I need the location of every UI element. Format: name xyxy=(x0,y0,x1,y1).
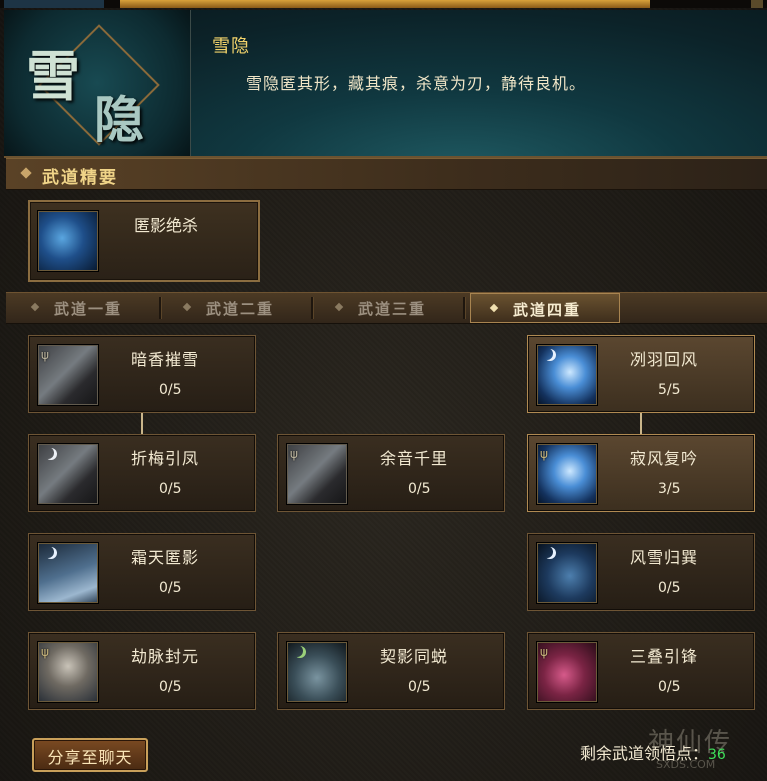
talent-name: 劫脉封元 xyxy=(131,647,200,666)
school-emblem: 雪 隐 xyxy=(4,10,191,156)
diamond-bullet-icon xyxy=(20,167,32,179)
window-title-strip xyxy=(0,0,767,8)
talent-node[interactable]: 折梅引凤 0/5 xyxy=(28,434,256,512)
dark-snow-icon: ψ xyxy=(38,345,98,405)
talent-node[interactable]: 契影同蜕 0/5 xyxy=(277,632,505,710)
echo-icon: ψ xyxy=(287,444,347,504)
tab-label: 武道一重 xyxy=(54,300,123,318)
seal-vein-icon: ψ xyxy=(38,642,98,702)
skill-title: 雪隐 xyxy=(212,36,250,57)
essential-skill-name: 匿影绝杀 xyxy=(134,216,199,235)
talent-points: 0/5 xyxy=(408,679,431,695)
tree-connector xyxy=(640,411,642,435)
talent-node[interactable]: 霜天匿影 0/5 xyxy=(28,533,256,611)
section-title: 武道精要 xyxy=(42,168,118,188)
talent-node[interactable]: ψ 三叠引锋 0/5 xyxy=(527,632,755,710)
talent-name: 契影同蜕 xyxy=(380,647,449,666)
tab-tier-2[interactable]: 武道二重 xyxy=(164,293,314,323)
talent-points: 0/5 xyxy=(159,580,182,596)
diamond-bullet-icon xyxy=(30,302,40,312)
remaining-points-value: 36 xyxy=(708,747,726,763)
tab-tier-3[interactable]: 武道三重 xyxy=(316,293,466,323)
talent-points: 3/5 xyxy=(658,481,681,497)
talent-node[interactable]: ψ 寂风复吟 3/5 xyxy=(527,434,755,512)
skill-description: 雪隐匿其形，藏其痕，杀意为刃，静待良机。 xyxy=(246,74,587,93)
remaining-points-label: 剩余武道领悟点： xyxy=(580,744,709,763)
emblem-char-1: 雪 xyxy=(26,44,80,108)
talent-points: 0/5 xyxy=(159,382,182,398)
talent-name: 冽羽回风 xyxy=(630,350,699,369)
pact-shadow-icon xyxy=(287,642,347,702)
tab-label: 武道三重 xyxy=(358,300,427,318)
tab-label: 武道四重 xyxy=(513,301,582,319)
tab-label: 武道二重 xyxy=(206,300,275,318)
talent-points: 5/5 xyxy=(658,382,681,398)
frost-shadow-icon xyxy=(38,543,98,603)
talent-name: 折梅引凤 xyxy=(131,449,200,468)
tree-connector xyxy=(141,411,143,435)
diamond-bullet-icon xyxy=(334,302,344,312)
share-button-label: 分享至聊天 xyxy=(47,748,133,767)
talent-node[interactable]: ψ 劫脉封元 0/5 xyxy=(28,632,256,710)
section-header: 武道精要 xyxy=(6,158,767,190)
talent-name: 余音千里 xyxy=(380,449,449,468)
talent-points: 0/5 xyxy=(658,580,681,596)
feather-wind-icon xyxy=(537,345,597,405)
talent-node[interactable]: 风雪归巽 0/5 xyxy=(527,533,755,611)
silent-wind-icon: ψ xyxy=(537,444,597,504)
plum-phoenix-icon xyxy=(38,444,98,504)
talent-name: 三叠引锋 xyxy=(630,647,699,666)
diamond-bullet-icon xyxy=(489,303,499,313)
talent-points: 0/5 xyxy=(159,481,182,497)
talent-name: 风雪归巽 xyxy=(630,548,699,567)
triple-edge-icon: ψ xyxy=(537,642,597,702)
talent-name: 暗香摧雪 xyxy=(131,350,200,369)
shadow-kill-icon xyxy=(38,211,98,271)
tab-tier-1[interactable]: 武道一重 xyxy=(12,293,162,323)
diamond-bullet-icon xyxy=(182,302,192,312)
remaining-points: 剩余武道领悟点：36 xyxy=(580,740,726,764)
tab-tier-4[interactable]: 武道四重 xyxy=(470,293,620,323)
emblem-char-2: 隐 xyxy=(94,90,144,149)
skill-panel: 雪 隐 雪隐 雪隐匿其形，藏其痕，杀意为刃，静待良机。 武道精要 匿影绝杀 武道… xyxy=(0,0,767,781)
wind-snow-icon xyxy=(537,543,597,603)
talent-name: 霜天匿影 xyxy=(131,548,200,567)
talent-name: 寂风复吟 xyxy=(630,449,699,468)
talent-node[interactable]: 冽羽回风 5/5 xyxy=(527,335,755,413)
essential-skill-card[interactable]: 匿影绝杀 xyxy=(28,200,260,282)
talent-node[interactable]: ψ 余音千里 0/5 xyxy=(277,434,505,512)
talent-node[interactable]: ψ 暗香摧雪 0/5 xyxy=(28,335,256,413)
share-to-chat-button[interactable]: 分享至聊天 xyxy=(32,738,148,772)
talent-points: 0/5 xyxy=(159,679,182,695)
talent-points: 0/5 xyxy=(658,679,681,695)
talent-points: 0/5 xyxy=(408,481,431,497)
tier-tabs: 武道一重 武道二重 武道三重 武道四重 xyxy=(6,292,767,324)
